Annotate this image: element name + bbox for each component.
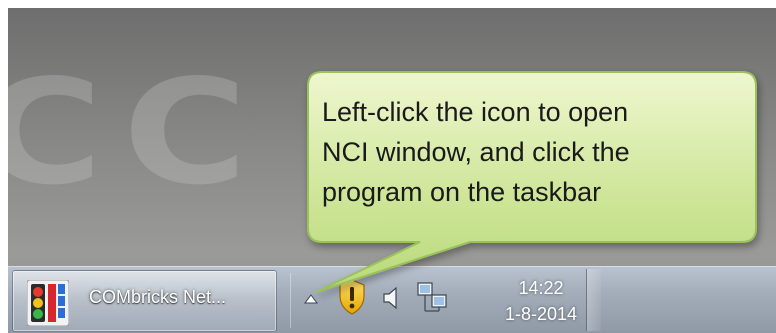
taskbar-button-combricks[interactable]: COMbricks Net...: [12, 270, 277, 332]
tray-separator: [290, 273, 291, 328]
taskbar: COMbricks Net... 14:22 1-8-2014: [8, 266, 776, 333]
callout-text: Left-click the icon to open NCI window, …: [322, 92, 742, 212]
system-clock[interactable]: 14:22 1-8-2014: [486, 275, 596, 329]
show-desktop-button[interactable]: [586, 269, 601, 331]
warning-shield-icon[interactable]: [338, 279, 366, 315]
combricks-app-icon: [27, 280, 69, 326]
callout-line-1: Left-click the icon to open: [322, 97, 629, 127]
wallpaper-graphic: CC: [8, 48, 268, 218]
network-icon[interactable]: [416, 281, 450, 315]
clock-date: 1-8-2014: [504, 304, 578, 324]
callout-line-3: program on the taskbar: [322, 177, 602, 207]
clock-time: 14:22: [518, 278, 564, 298]
show-hidden-icons-arrow-icon[interactable]: [304, 293, 318, 305]
callout-line-2: NCI window, and click the: [322, 137, 630, 167]
taskbar-button-label: COMbricks Net...: [89, 287, 227, 307]
speaker-icon[interactable]: [382, 285, 400, 311]
notification-area: 14:22 1-8-2014: [290, 267, 710, 333]
